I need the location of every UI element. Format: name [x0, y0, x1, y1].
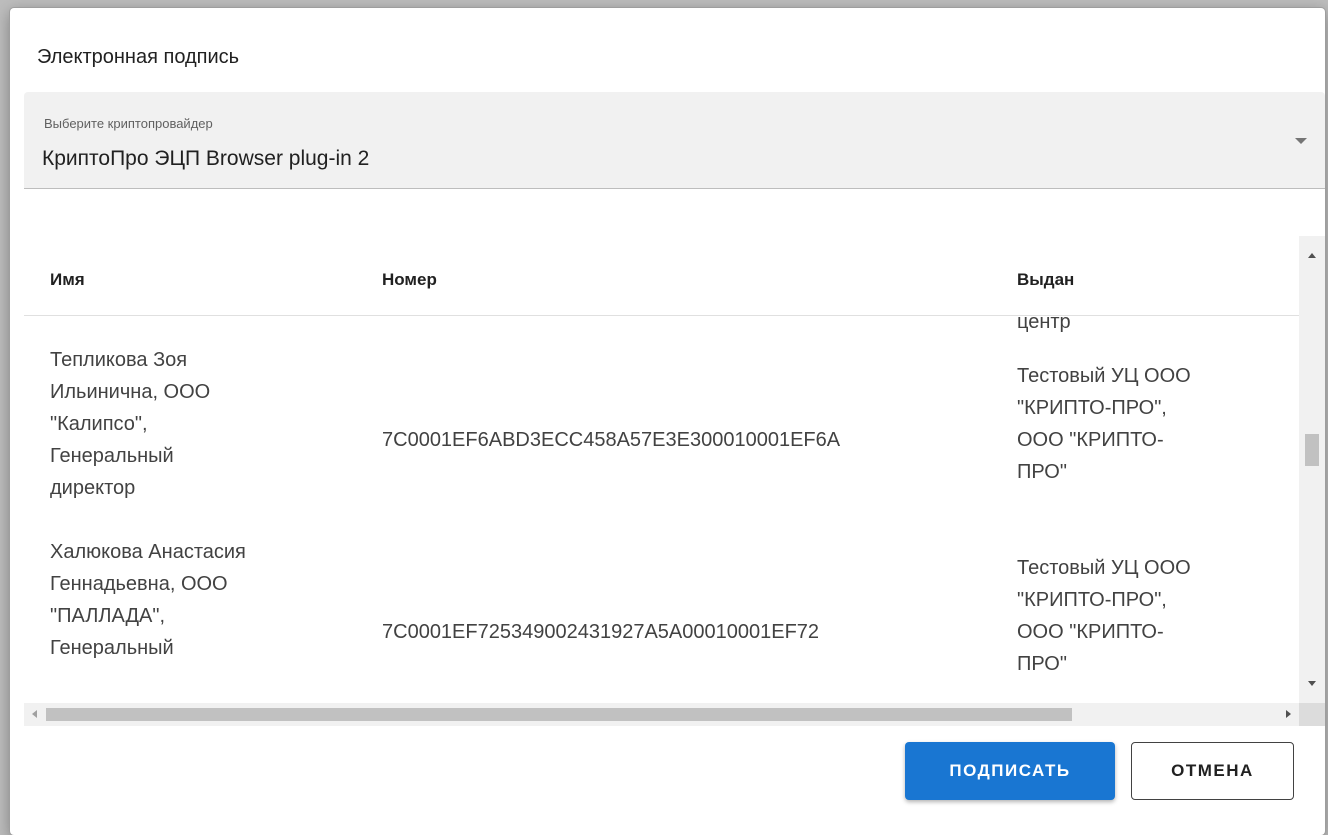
column-header-issuer[interactable]: Выдан [1017, 270, 1074, 290]
scroll-up-arrow-icon[interactable] [1308, 253, 1316, 258]
cell-number: 7C0001EF725349002431927A5A00010001EF72 [382, 621, 820, 643]
scrollbar-corner [1299, 703, 1325, 726]
provider-select-value[interactable]: КриптоПро ЭЦП Browser plug-in 2 [42, 147, 369, 171]
column-header-name[interactable]: Имя [50, 270, 85, 290]
scroll-down-arrow-icon[interactable] [1308, 681, 1316, 686]
cancel-button[interactable]: ОТМЕНА [1131, 742, 1294, 800]
column-header-number[interactable]: Номер [382, 270, 437, 290]
vertical-scroll-thumb[interactable] [1305, 434, 1319, 466]
provider-select-label: Выберите криптопровайдер [44, 116, 213, 131]
cell-issuer: Тестовый УЦ ООО "КРИПТО-ПРО", ООО "КРИПТ… [1017, 365, 1191, 483]
table-header: Имя Номер Выдан [24, 236, 1299, 316]
certificates-table: Имя Номер Выдан центр Тепликова Зоя Ильи… [24, 236, 1325, 726]
scroll-left-arrow-icon[interactable] [32, 710, 37, 718]
previous-row-issuer-tail: центр [1017, 316, 1071, 333]
signature-dialog: Электронная подпись Выберите криптопрова… [10, 8, 1325, 835]
provider-select[interactable]: Выберите криптопровайдер КриптоПро ЭЦП B… [24, 92, 1325, 189]
dialog-title: Электронная подпись [37, 46, 240, 68]
cell-name: Тепликова Зоя Ильинична, ООО "Калипсо", … [50, 349, 211, 499]
dropdown-arrow-icon[interactable] [1295, 138, 1307, 144]
vertical-scrollbar[interactable] [1299, 236, 1325, 703]
scroll-right-arrow-icon[interactable] [1286, 710, 1291, 718]
sign-button[interactable]: ПОДПИСАТЬ [905, 742, 1115, 800]
cell-issuer: Тестовый УЦ ООО "КРИПТО-ПРО", ООО "КРИПТ… [1017, 557, 1191, 675]
horizontal-scrollbar[interactable] [24, 703, 1299, 726]
horizontal-scroll-thumb[interactable] [46, 708, 1072, 721]
cell-name: Халюкова Анастасия Геннадьевна, ООО "ПАЛ… [50, 541, 246, 659]
cell-number: 7C0001EF6ABD3ECC458A57E3E300010001EF6A [382, 429, 841, 451]
table-body: центр Тепликова Зоя Ильинична, ООО "Кали… [24, 316, 1299, 703]
